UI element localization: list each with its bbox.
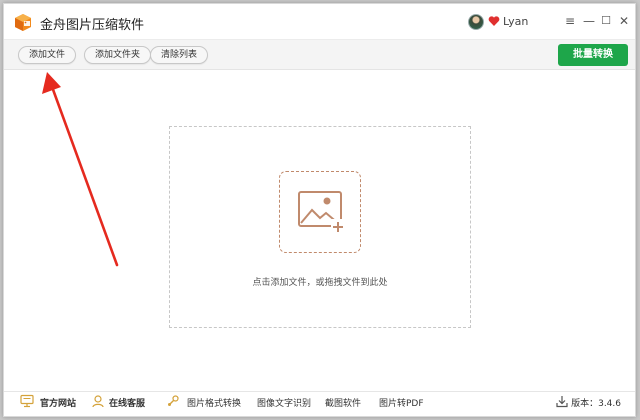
format-convert-link[interactable]: 图片格式转换 bbox=[187, 396, 241, 413]
toolbar: 添加文件 添加文件夹 清除列表 批量转换 bbox=[4, 40, 635, 70]
version-info: 版本：3.4.6 bbox=[571, 396, 621, 413]
download-icon bbox=[555, 394, 569, 408]
official-site-link[interactable]: 官方网站 bbox=[40, 396, 76, 413]
add-image-box[interactable] bbox=[279, 171, 361, 253]
version-label: 版本： bbox=[571, 399, 598, 409]
drop-hint-text: 点击添加文件，或拖拽文件到此处 bbox=[170, 275, 470, 288]
tools-icon bbox=[166, 394, 180, 408]
close-button[interactable]: ✕ bbox=[615, 12, 633, 30]
add-image-icon bbox=[279, 171, 361, 253]
minimize-button[interactable]: — bbox=[580, 12, 598, 30]
customer-service-icon bbox=[91, 394, 105, 408]
user-name[interactable]: Lyan bbox=[503, 15, 528, 28]
add-folder-button[interactable]: 添加文件夹 bbox=[84, 46, 151, 64]
online-service-link[interactable]: 在线客服 bbox=[109, 396, 145, 413]
batch-convert-button[interactable]: 批量转换 bbox=[558, 44, 628, 66]
monitor-icon bbox=[20, 394, 34, 408]
add-file-button[interactable]: 添加文件 bbox=[18, 46, 76, 64]
screenshot-tool-link[interactable]: 截图软件 bbox=[325, 396, 361, 413]
app-window: 金舟图片压缩软件 Lyan ≡ — ☐ ✕ 添加文件 添加文件夹 清除列表 批量… bbox=[3, 3, 636, 417]
user-avatar[interactable] bbox=[468, 14, 484, 30]
file-drop-zone[interactable]: 点击添加文件，或拖拽文件到此处 bbox=[169, 126, 471, 328]
maximize-button[interactable]: ☐ bbox=[597, 12, 615, 30]
app-logo-icon bbox=[13, 12, 33, 32]
ocr-link[interactable]: 图像文字识别 bbox=[257, 396, 311, 413]
menu-icon[interactable]: ≡ bbox=[561, 12, 579, 30]
version-number: 3.4.6 bbox=[598, 399, 621, 409]
heart-vip-icon[interactable] bbox=[488, 15, 500, 27]
footer-bar: 官方网站 在线客服 图片格式转换 图像文字识别 截图软件 图片转PDF 版本：3… bbox=[4, 391, 635, 416]
app-title: 金舟图片压缩软件 bbox=[40, 14, 144, 33]
title-bar: 金舟图片压缩软件 Lyan ≡ — ☐ ✕ bbox=[4, 4, 635, 40]
image-to-pdf-link[interactable]: 图片转PDF bbox=[379, 396, 424, 413]
clear-list-button[interactable]: 清除列表 bbox=[150, 46, 208, 64]
